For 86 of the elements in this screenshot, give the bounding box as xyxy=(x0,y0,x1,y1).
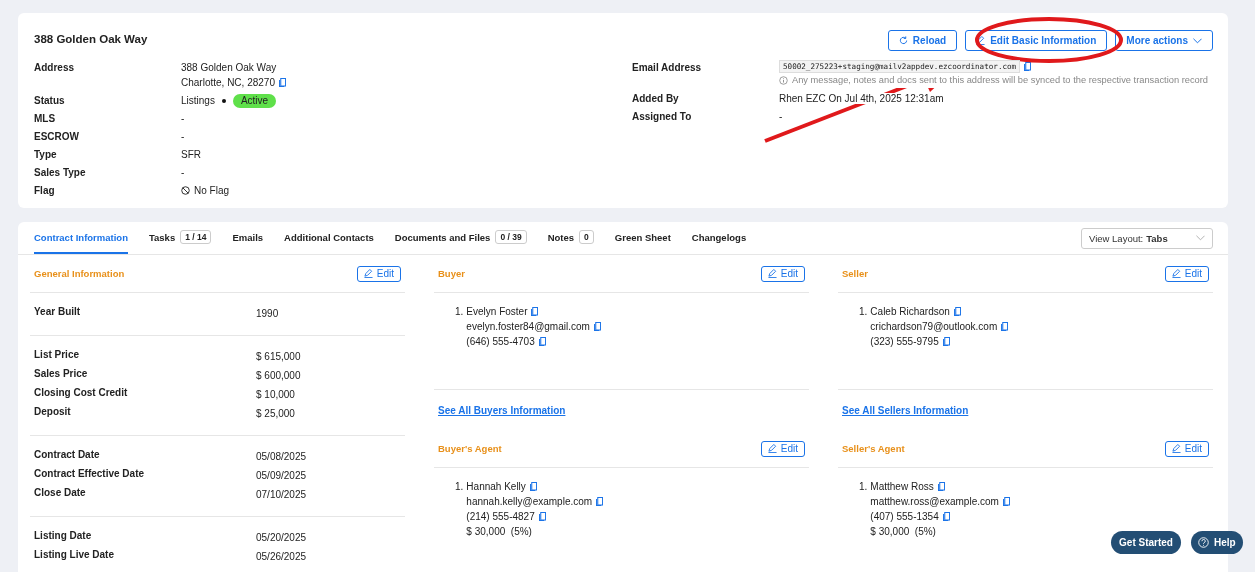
tab[interactable]: Documents and Files 0 / 39 xyxy=(394,222,527,254)
address-line: Charlotte, NC, 28270 xyxy=(181,76,275,90)
section-title: Seller's Agent xyxy=(842,443,905,454)
see-all-link[interactable]: See All Sellers Information xyxy=(842,404,969,416)
field-label: Email Address xyxy=(632,61,703,75)
field-value: $ 615,000 xyxy=(256,350,302,364)
contact-email: hannah.kelly@example.com xyxy=(466,495,593,509)
property-title: 388 Golden Oak Way xyxy=(34,33,148,45)
field-label: Closing Cost Credit xyxy=(34,386,129,400)
field-label: Assigned To xyxy=(632,110,693,124)
more-actions-button[interactable]: More actions xyxy=(1115,30,1213,51)
field-value: 1990 xyxy=(256,307,280,321)
field-label: Sales Price xyxy=(34,367,89,381)
field-value: - xyxy=(181,167,185,178)
field-label: Contract Date xyxy=(34,448,101,462)
field-label: Type xyxy=(34,148,58,162)
contact-email: crichardson79@outlook.com xyxy=(870,320,998,334)
section-title: Buyer xyxy=(438,268,465,279)
field-label: Contract Effective Date xyxy=(34,467,146,481)
field-value: No Flag xyxy=(194,184,229,198)
field-label: Year Built xyxy=(34,305,82,319)
list-number: 1. xyxy=(455,480,464,494)
field-label: Close Date xyxy=(34,486,87,500)
field-value: 05/26/2025 xyxy=(256,550,308,564)
field-label: Address xyxy=(34,61,75,75)
section-title: Buyer's Agent xyxy=(438,443,502,454)
contact-name: Caleb Richardson xyxy=(870,305,950,319)
tab[interactable]: Notes 0 xyxy=(547,222,594,254)
contact-phone: (646) 555-4703 xyxy=(466,335,535,349)
list-number: 1. xyxy=(859,480,868,494)
list-number: 1. xyxy=(455,305,464,319)
edit-button[interactable]: Edit xyxy=(1164,440,1209,457)
see-all-link[interactable]: See All Buyers Information xyxy=(438,404,566,416)
tab[interactable]: Contract Information xyxy=(34,222,128,254)
field-label: MLS xyxy=(34,112,57,126)
contact-name: Hannah Kelly xyxy=(466,480,526,494)
field-label: Flag xyxy=(34,184,56,198)
field-label: Status xyxy=(34,94,66,108)
field-value: Listings xyxy=(181,94,215,108)
field-label: Listing Date xyxy=(34,529,93,543)
section-title: Seller xyxy=(842,268,868,279)
field-label: Deposit xyxy=(34,405,72,419)
tab[interactable]: Green Sheet xyxy=(614,222,671,254)
field-label: Sales Type xyxy=(34,166,87,180)
status-badge: Active xyxy=(232,93,277,108)
field-value: SFR xyxy=(181,149,201,160)
section-title: General Information xyxy=(34,268,125,279)
contact-phone: (407) 555-1354 xyxy=(870,510,939,524)
edit-button[interactable]: Edit xyxy=(760,265,805,282)
contact-phone: (323) 555-9795 xyxy=(870,335,939,349)
contact-name: Matthew Ross xyxy=(870,480,934,494)
field-label: Listing Live Date xyxy=(34,548,115,562)
contact-email: matthew.ross@example.com xyxy=(870,495,999,509)
field-value: Rhen EZC On Jul 4th, 2025 12:31am xyxy=(779,93,944,104)
field-value: $ 25,000 xyxy=(256,407,296,421)
field-value: $ 10,000 xyxy=(256,388,296,402)
reload-button[interactable]: Reload xyxy=(887,30,958,51)
address-line: 388 Golden Oak Way xyxy=(181,61,277,75)
commission-text: $ 30,000 (5%) xyxy=(870,525,936,539)
edit-button[interactable]: Edit xyxy=(356,265,401,282)
field-value: 07/10/2025 xyxy=(256,488,308,502)
tab[interactable]: Emails xyxy=(232,222,264,254)
field-value: 05/20/2025 xyxy=(256,531,308,545)
tab[interactable]: Changelogs xyxy=(691,222,747,254)
tab[interactable]: Tasks 1 / 14 xyxy=(148,222,212,254)
view-layout-dropdown[interactable]: View Layout: Tabs xyxy=(1081,227,1213,249)
field-label: ESCROW xyxy=(34,130,80,144)
field-label: List Price xyxy=(34,348,81,362)
tab[interactable]: Additional Contacts xyxy=(284,222,374,254)
field-value: $ 600,000 xyxy=(256,369,302,383)
field-value: 05/09/2025 xyxy=(256,469,308,483)
help-button[interactable]: Help xyxy=(1191,531,1243,554)
edit-button[interactable]: Edit xyxy=(760,440,805,457)
edit-button[interactable]: Edit xyxy=(1164,265,1209,282)
contact-name: Evelyn Foster xyxy=(466,305,528,319)
list-number: 1. xyxy=(859,305,868,319)
field-label: Added By xyxy=(632,92,680,106)
field-value: - xyxy=(181,113,185,124)
field-value: 05/08/2025 xyxy=(256,450,308,464)
commission-text: $ 30,000 (5%) xyxy=(466,525,532,539)
contact-email: evelyn.foster84@gmail.com xyxy=(466,320,590,334)
field-value: - xyxy=(181,131,185,142)
contact-phone: (214) 555-4827 xyxy=(466,510,535,524)
hint-text: Any message, notes and docs sent to this address will be synced to the respective transaction record xyxy=(792,73,1208,88)
edit-basic-information-button[interactable]: Edit Basic Information xyxy=(965,30,1108,51)
get-started-button[interactable]: Get Started xyxy=(1111,531,1181,554)
